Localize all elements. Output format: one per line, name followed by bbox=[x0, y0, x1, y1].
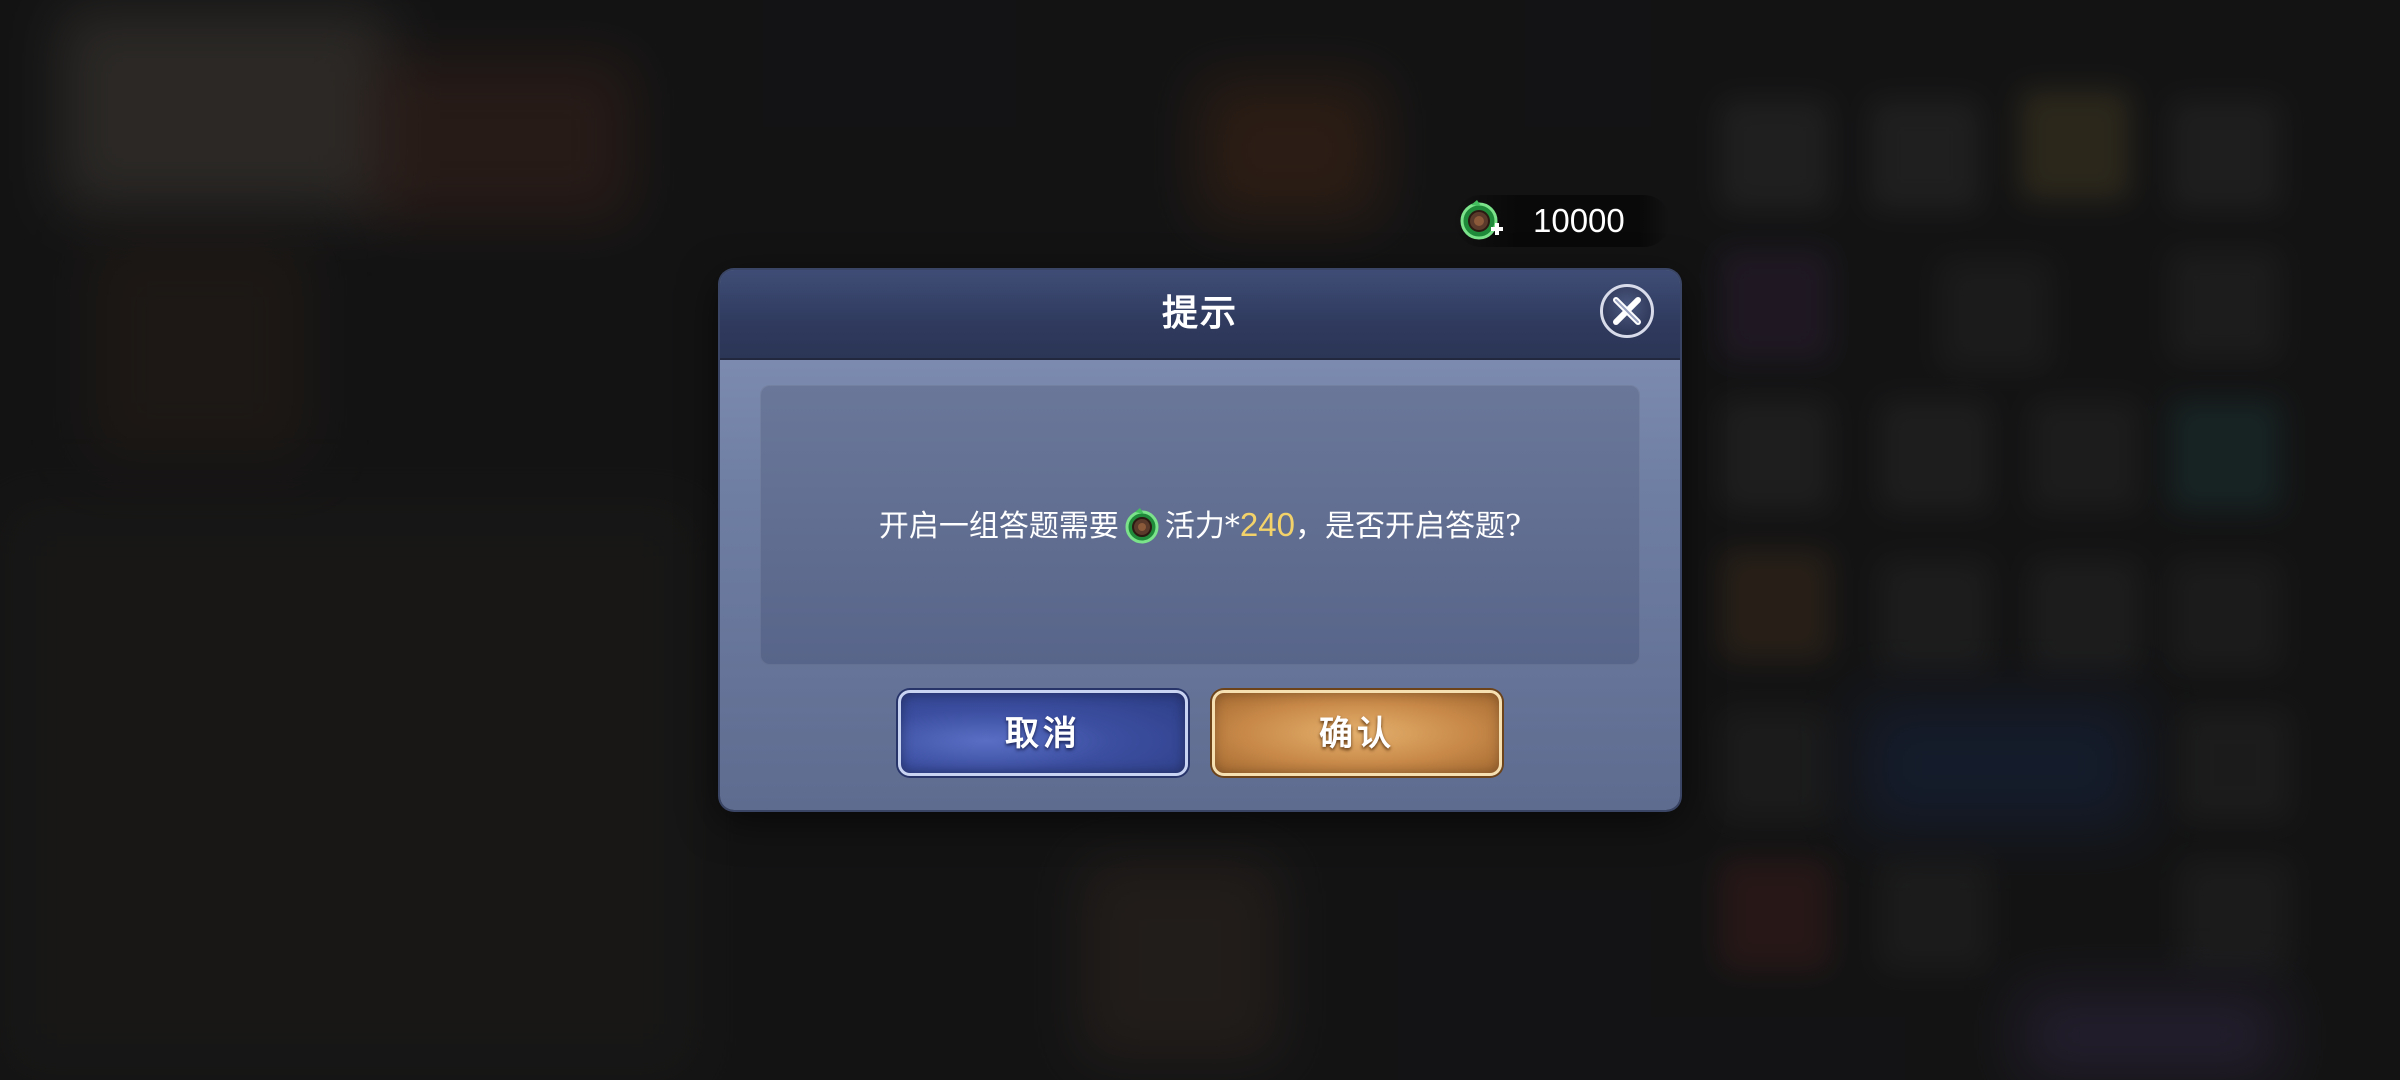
vitality-amount: 10000 bbox=[1533, 202, 1625, 239]
message-text-before: 开启一组答题需要 bbox=[878, 509, 1119, 544]
dialog-header: 提示 bbox=[720, 270, 1680, 360]
cancel-button[interactable]: 取消 bbox=[898, 690, 1188, 776]
prompt-dialog: 提示 开启一组答题需要 活力*240，是否开启答题? 取消 确认 bbox=[720, 270, 1680, 810]
message-text-after: ，是否开启答题? bbox=[1294, 509, 1522, 544]
message-resource: 活力* bbox=[1164, 509, 1240, 544]
vitality-ring-plus-icon[interactable] bbox=[1459, 197, 1505, 243]
close-button[interactable] bbox=[1600, 284, 1654, 338]
vitality-ring-icon bbox=[1125, 508, 1159, 544]
message-amount: 240 bbox=[1239, 506, 1295, 543]
dialog-title: 提示 bbox=[1161, 292, 1238, 334]
message-panel: 开启一组答题需要 活力*240，是否开启答题? bbox=[760, 385, 1640, 665]
vitality-currency-counter[interactable]: 10000 bbox=[1455, 195, 1670, 247]
confirm-button[interactable]: 确认 bbox=[1212, 690, 1502, 776]
game-scene: 10000 提示 开启一组答题需要 活力*240，是否开启答题? 取消 确认 bbox=[0, 0, 2400, 1080]
confirm-message: 开启一组答题需要 活力*240，是否开启答题? bbox=[760, 500, 1640, 552]
close-icon bbox=[1613, 297, 1641, 325]
